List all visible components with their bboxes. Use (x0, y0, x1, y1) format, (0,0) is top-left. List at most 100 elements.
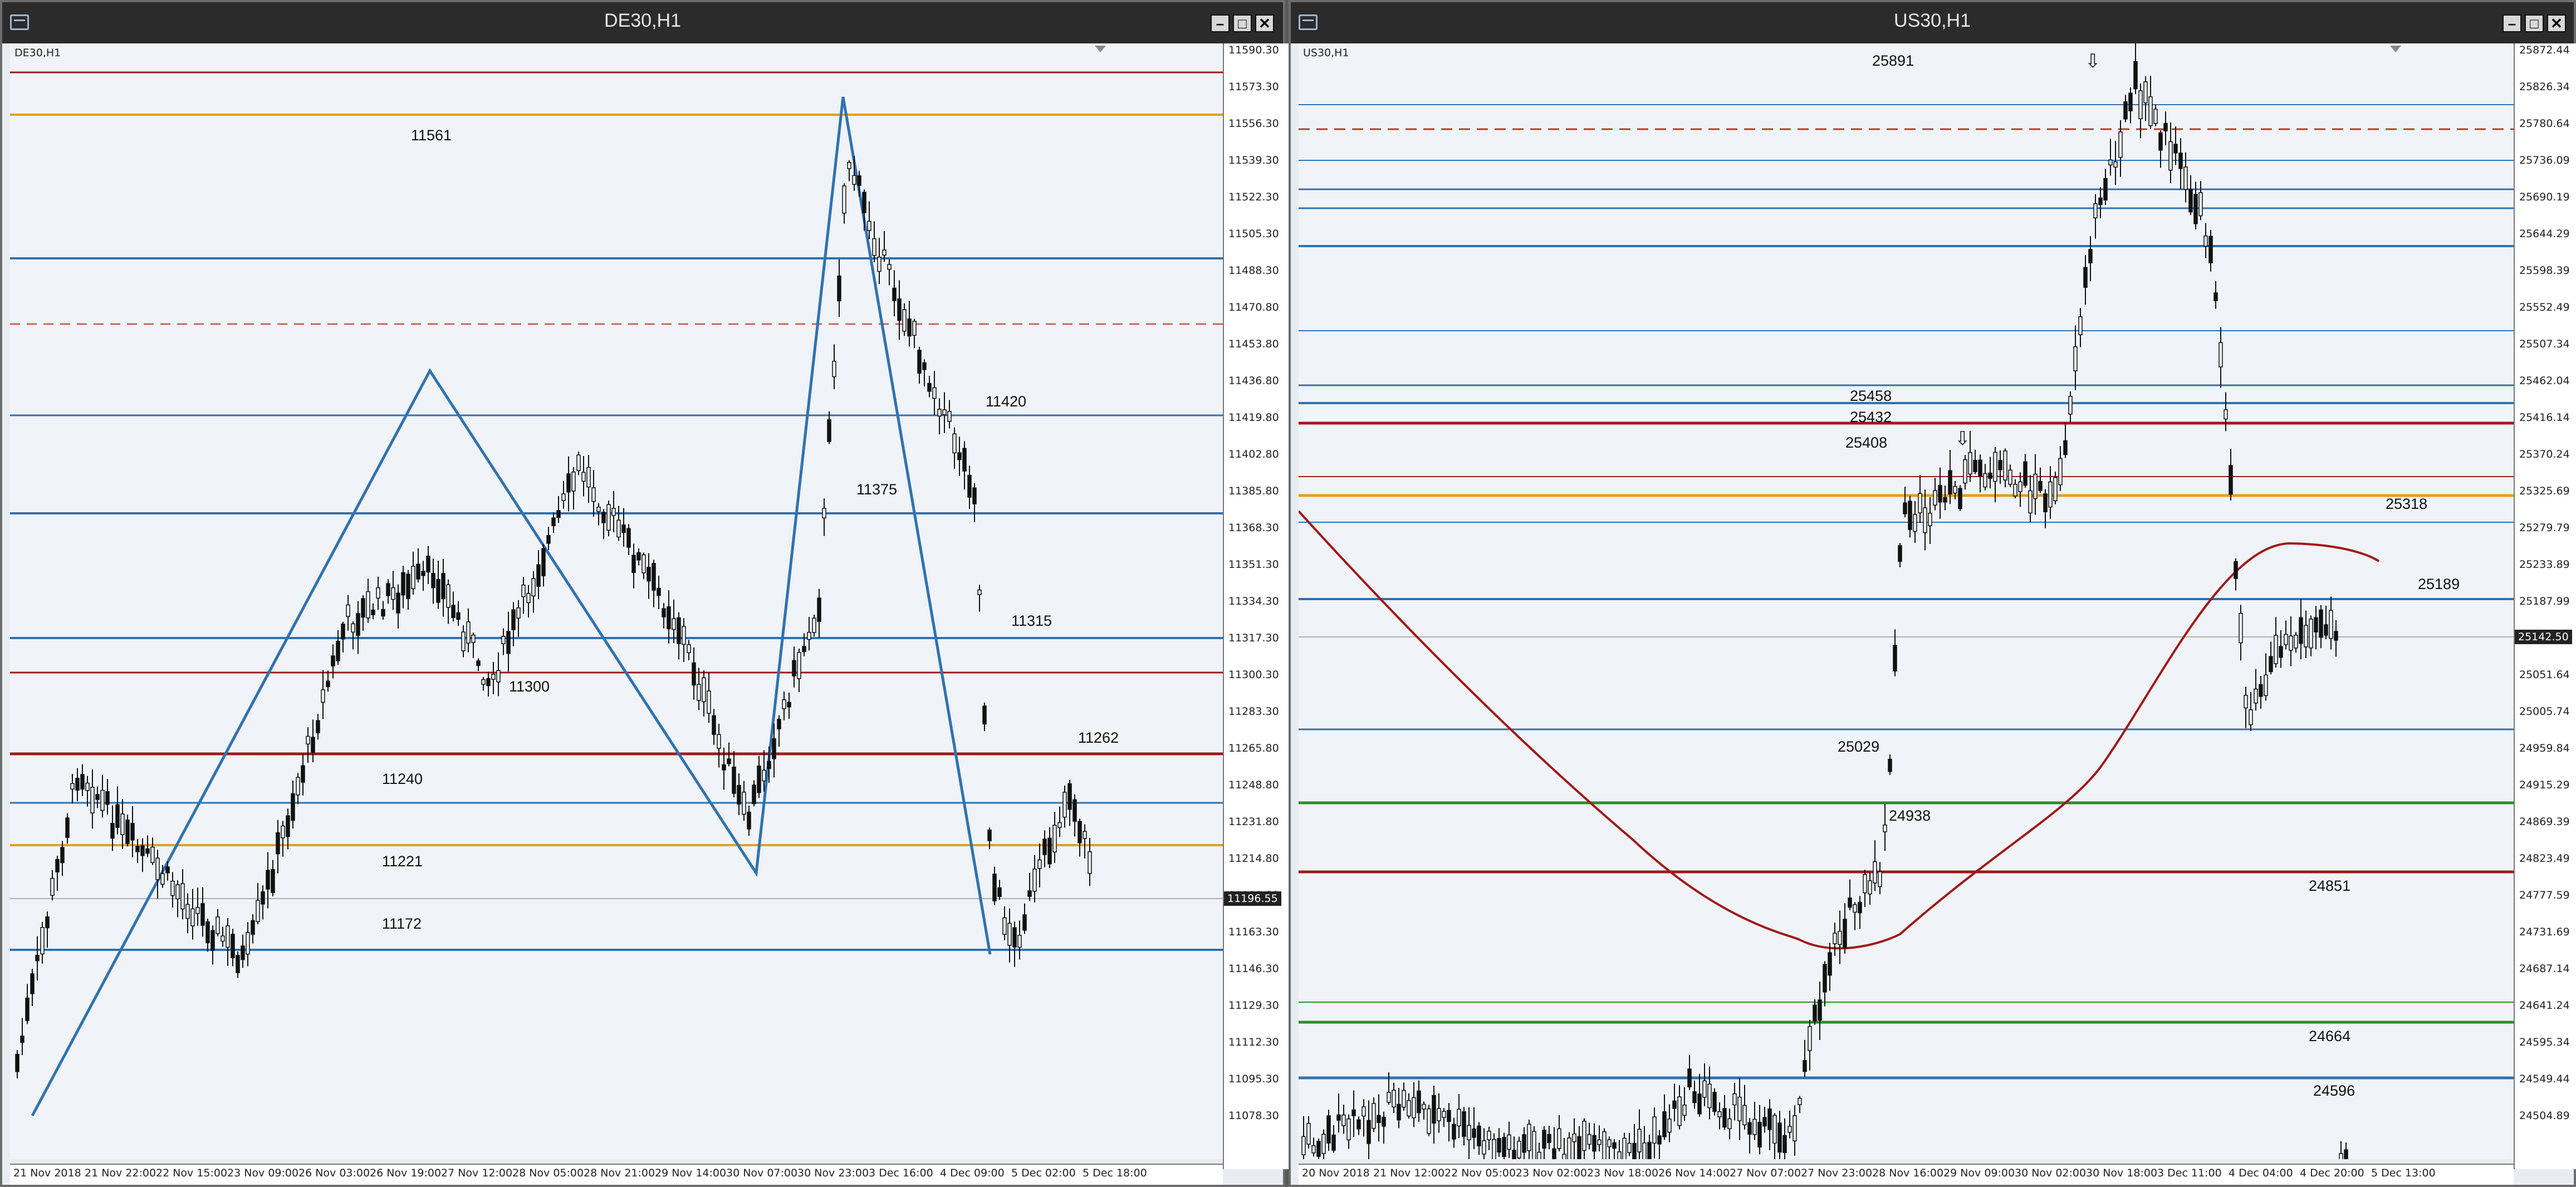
candle-body (1557, 1128, 1561, 1149)
candle-body (276, 832, 280, 855)
candle-body (1447, 1110, 1451, 1122)
minimize-button[interactable]: – (1211, 14, 1230, 32)
price-axis[interactable]: 25872.44 25826.34 25780.64 25736.09 25690.19… (2514, 43, 2576, 1169)
candle-body (150, 846, 155, 864)
candle-body (2123, 101, 2128, 120)
price-axis[interactable]: 11590.30 11573.30 11556.30 11539.30 11522.30… (1223, 43, 1296, 1169)
title-bar[interactable]: DE30,H1 – □ ✕ (2, 2, 1283, 43)
price-tick-label: 24549.44 (2519, 1073, 2570, 1085)
candle-body (1888, 758, 1892, 772)
time-tick-label: 29 Nov 09:00 (1943, 1167, 2015, 1179)
candle-body (772, 738, 776, 759)
symbol-label: DE30,H1 (14, 47, 61, 59)
candle-body (1662, 1111, 1667, 1137)
candle-body (2138, 90, 2143, 120)
candle-body (1848, 897, 1852, 908)
price-tick-label: 11385.80 (1228, 485, 1279, 497)
candle-body (1878, 871, 1882, 887)
candle-body (2289, 635, 2293, 651)
candle-body (2063, 440, 2068, 455)
candle-body (1963, 459, 1967, 484)
price-tick-label: 24595.34 (2519, 1036, 2570, 1048)
candle-body (2219, 342, 2223, 367)
price-tick-label: 11129.30 (1228, 999, 1279, 1012)
level-label: 25318 (2386, 496, 2428, 512)
price-chart-area[interactable]: DE30,H1 11561 11420 11375 11315 11300 11… (10, 43, 1223, 1159)
price-tick-label: 11488.30 (1228, 264, 1279, 277)
candle-body (125, 819, 130, 844)
candle-body (1983, 473, 1987, 488)
candle-body (662, 608, 666, 617)
candle-body (571, 472, 576, 492)
candle-body (987, 829, 992, 842)
candle-body (2284, 634, 2288, 645)
candle-body (922, 362, 927, 370)
candle-body (1597, 1139, 1602, 1145)
candle-body (1032, 869, 1037, 892)
close-button[interactable]: ✕ (1255, 14, 1274, 32)
candle-body (1903, 502, 1907, 514)
level-label: 11375 (856, 481, 898, 498)
time-tick-label: 21 Nov 12:00 (1373, 1167, 1445, 1179)
candle-body (962, 448, 967, 472)
maximize-button[interactable]: □ (1233, 14, 1252, 32)
candle-body (682, 626, 686, 645)
level-label: 24596 (2313, 1082, 2355, 1099)
candle-body (1928, 512, 1932, 527)
price-chart-area[interactable]: US30,H1 ⇩ ⇩ 25891 25458 25432 25408 2531… (1299, 43, 2514, 1159)
close-button[interactable]: ✕ (2547, 14, 2566, 32)
candle-body (1813, 1004, 1817, 1022)
candle-body (2309, 619, 2313, 649)
candle-body (1782, 1135, 1787, 1153)
candle-body (326, 680, 330, 688)
candle-body (1938, 484, 1942, 503)
candle-body (1602, 1131, 1607, 1159)
minimize-button[interactable]: – (2502, 14, 2521, 32)
chart-window-de30[interactable]: DE30,H1 – □ ✕ DE30,H1 11561 11420 11375 … (0, 0, 1296, 1187)
candle-body (747, 811, 751, 830)
shift-marker-icon[interactable] (1095, 46, 1106, 52)
chart-window-us30[interactable]: US30,H1 – □ ✕ US30,H1 ⇩ ⇩ 25891 25458 25… (1289, 0, 2576, 1187)
candle-body (631, 555, 636, 573)
time-axis[interactable]: 21 Nov 2018 21 Nov 22:00 22 Nov 15:00 23 No… (10, 1164, 1223, 1185)
candle-body (1472, 1128, 1476, 1138)
candle-body (205, 921, 210, 944)
candle-body (2229, 465, 2233, 495)
level-label: 11561 (411, 127, 452, 144)
price-tick-label: 11505.30 (1228, 228, 1279, 240)
maximize-button[interactable]: □ (2525, 14, 2544, 32)
candle-body (1442, 1111, 1446, 1118)
candle-body (912, 321, 917, 336)
candle-body (2153, 109, 2158, 124)
candle-body (536, 564, 541, 587)
candle-body (707, 690, 711, 714)
candle-body (2118, 131, 2123, 158)
candle-body (1973, 460, 1977, 473)
candle-body (857, 175, 861, 186)
candle-body (1752, 1119, 1757, 1135)
candle-body (1808, 1026, 1812, 1051)
candle-body (361, 598, 365, 618)
time-tick-label: 4 Dec 04:00 (2229, 1167, 2293, 1179)
candle-body (241, 945, 245, 960)
candle-body (1612, 1142, 1617, 1149)
candle-body (1762, 1117, 1767, 1127)
shift-marker-icon[interactable] (2390, 46, 2401, 52)
sell-arrow-icon: ⇩ (1955, 428, 1971, 449)
candlestick-chart (1299, 43, 2514, 1159)
candle-body (75, 778, 80, 791)
candle-body (601, 512, 606, 523)
candle-body (1732, 1093, 1737, 1106)
time-tick-label: 23 Nov 02:00 (1516, 1167, 1588, 1179)
candle-body (1356, 1119, 1361, 1130)
time-axis[interactable]: 20 Nov 2018 21 Nov 12:00 22 Nov 05:00 23 No… (1299, 1164, 2514, 1185)
candle-body (371, 609, 375, 615)
candle-body (45, 916, 50, 929)
candle-body (1527, 1124, 1531, 1151)
candle-body (1372, 1103, 1376, 1129)
candle-body (481, 679, 486, 685)
candle-body (366, 591, 370, 619)
title-bar[interactable]: US30,H1 – □ ✕ (1291, 2, 2574, 43)
candle-body (2043, 493, 2048, 512)
candle-body (1993, 452, 1997, 482)
